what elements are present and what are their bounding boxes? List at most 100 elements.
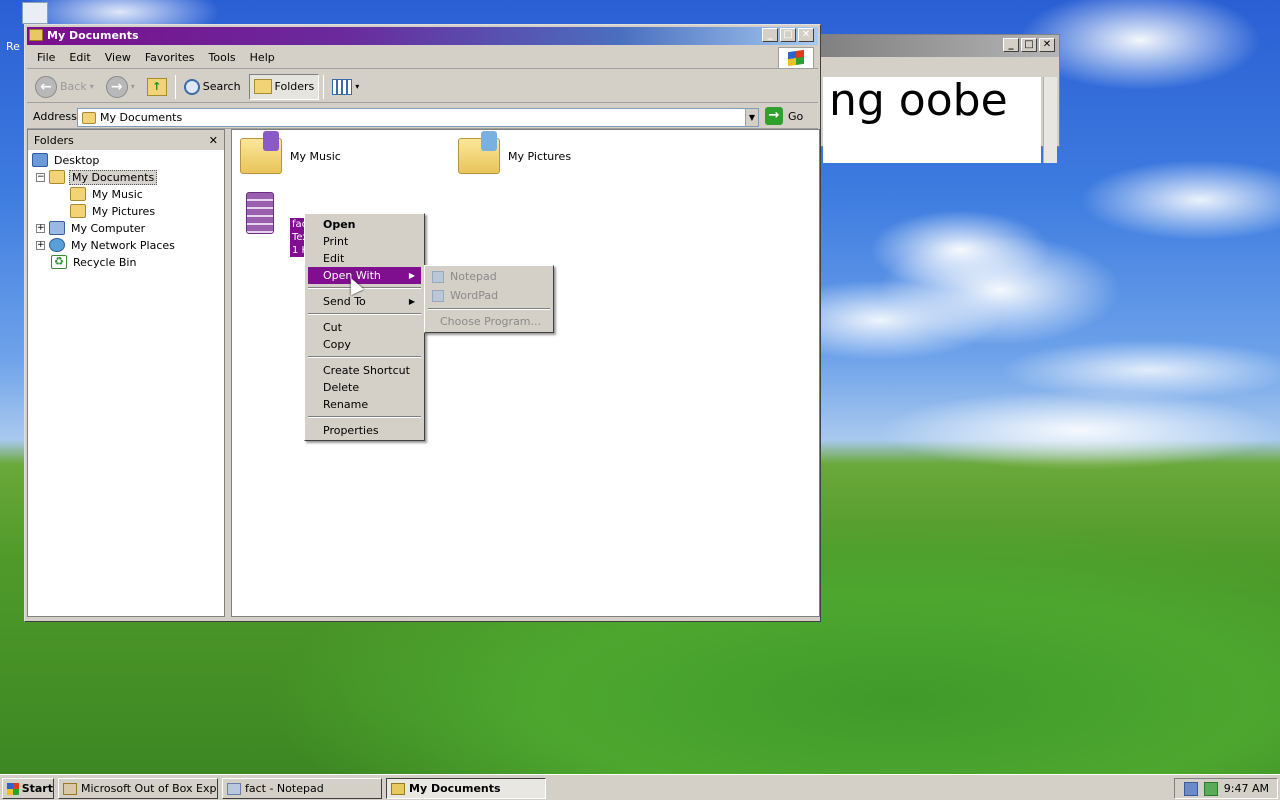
- start-label: Start: [21, 782, 53, 795]
- folders-label: Folders: [274, 80, 315, 93]
- taskbar: Start Microsoft Out of Box Exp... fact -…: [0, 774, 1280, 800]
- pictures-folder-icon: [458, 131, 500, 174]
- open-with-notepad[interactable]: Notepad: [428, 268, 550, 286]
- speaker-tray-icon[interactable]: [1203, 781, 1218, 796]
- address-input[interactable]: My Documents ▼: [77, 108, 759, 127]
- back-arrow-icon: ←: [35, 75, 57, 98]
- context-copy[interactable]: Copy: [308, 336, 421, 353]
- search-button[interactable]: Search: [180, 74, 245, 100]
- menu-view[interactable]: View: [99, 51, 139, 64]
- open-with-submenu: Notepad WordPad Choose Program...: [424, 265, 554, 333]
- start-button[interactable]: Start: [2, 778, 54, 799]
- tree-item-recycle-bin[interactable]: ♻ Recycle Bin: [51, 254, 138, 270]
- oobe-scrollbar[interactable]: [1043, 77, 1057, 163]
- context-open-with[interactable]: Open With ▶: [308, 267, 421, 284]
- back-dropdown-icon[interactable]: ▾: [90, 82, 94, 91]
- tree-item-my-network-places[interactable]: + My Network Places: [36, 237, 177, 253]
- text-document-icon: [246, 192, 274, 234]
- forward-button[interactable]: → ▾: [102, 74, 139, 100]
- toolbar-separator: [323, 74, 325, 99]
- computer-icon: [49, 221, 65, 235]
- address-bar: Address My Documents ▼ → Go: [27, 105, 818, 129]
- submenu-arrow-icon: ▶: [408, 271, 415, 280]
- menu-separator: [428, 308, 550, 310]
- music-folder-icon: [70, 187, 86, 201]
- oobe-minimize-button[interactable]: _: [1003, 38, 1019, 52]
- folders-button[interactable]: Folders: [248, 73, 320, 100]
- views-dropdown-icon: ▾: [355, 82, 360, 91]
- my-documents-icon: [49, 170, 65, 184]
- context-properties[interactable]: Properties: [308, 422, 421, 439]
- folder-item-my-pictures[interactable]: My Pictures: [458, 131, 571, 174]
- expand-icon[interactable]: +: [36, 240, 45, 250]
- open-with-wordpad[interactable]: WordPad: [428, 287, 550, 305]
- menu-separator: [308, 416, 421, 418]
- taskbar-button-oobe[interactable]: Microsoft Out of Box Exp...: [58, 778, 218, 799]
- oobe-maximize-button[interactable]: □: [1021, 38, 1037, 52]
- menu-separator: [308, 313, 421, 315]
- recycle-bin-icon: ♻: [51, 255, 67, 269]
- tree-item-my-documents[interactable]: − My Documents: [36, 169, 158, 185]
- go-button[interactable]: → Go: [765, 107, 803, 125]
- address-dropdown-icon[interactable]: ▼: [745, 109, 758, 126]
- folders-pane: Folders ✕ Desktop − My Documents My Musi…: [27, 129, 225, 617]
- context-send-to[interactable]: Send To ▶: [308, 293, 421, 310]
- close-button[interactable]: ✕: [798, 28, 814, 42]
- menu-tools[interactable]: Tools: [203, 51, 244, 64]
- file-item-fact[interactable]: [246, 192, 274, 234]
- back-button[interactable]: ← Back ▾: [31, 74, 98, 100]
- taskbar-button-my-documents[interactable]: My Documents: [386, 778, 546, 799]
- music-folder-icon: [240, 131, 282, 174]
- tree-item-label: Desktop: [54, 153, 100, 167]
- search-label: Search: [202, 80, 241, 93]
- tree-item-my-computer[interactable]: + My Computer: [36, 220, 147, 236]
- search-icon: [183, 78, 200, 95]
- collapse-icon[interactable]: −: [36, 172, 45, 182]
- maximize-button[interactable]: □: [780, 28, 796, 42]
- context-cut[interactable]: Cut: [308, 319, 421, 336]
- folders-pane-header: Folders ✕: [28, 130, 224, 150]
- minimize-button[interactable]: _: [762, 28, 778, 42]
- pictures-folder-icon: [70, 204, 86, 218]
- context-delete[interactable]: Delete: [308, 379, 421, 396]
- tree-item-desktop[interactable]: Desktop: [32, 152, 101, 168]
- context-create-shortcut[interactable]: Create Shortcut: [308, 362, 421, 379]
- go-arrow-icon: →: [765, 107, 783, 125]
- back-label: Back: [60, 80, 87, 93]
- oobe-window[interactable]: _ □ ✕ ng oobe: [820, 34, 1060, 163]
- open-with-choose-program[interactable]: Choose Program...: [428, 313, 550, 331]
- menu-edit[interactable]: Edit: [63, 51, 98, 64]
- menu-favorites[interactable]: Favorites: [139, 51, 203, 64]
- tree-item-my-music[interactable]: My Music: [70, 186, 145, 202]
- taskbar-button-notepad[interactable]: fact - Notepad: [222, 778, 382, 799]
- tree-item-label: My Documents: [69, 169, 158, 185]
- menu-separator: [308, 356, 421, 358]
- recycle-bin-desktop-icon[interactable]: [22, 2, 48, 24]
- open-with-wordpad-label: WordPad: [450, 289, 499, 302]
- wordpad-icon: [432, 290, 444, 302]
- views-button[interactable]: ▾: [328, 74, 363, 100]
- up-button[interactable]: ↑: [143, 74, 171, 100]
- forward-dropdown-icon[interactable]: ▾: [131, 82, 135, 91]
- tree-item-label: My Pictures: [92, 204, 156, 218]
- tree-item-my-pictures[interactable]: My Pictures: [70, 203, 157, 219]
- context-rename[interactable]: Rename: [308, 396, 421, 413]
- expand-icon[interactable]: +: [36, 223, 45, 233]
- title-bar[interactable]: My Documents _ □ ✕: [27, 27, 818, 45]
- menu-help[interactable]: Help: [244, 51, 283, 64]
- oobe-title-bar[interactable]: _ □ ✕: [821, 35, 1059, 57]
- address-value: My Documents: [100, 111, 183, 124]
- context-open[interactable]: Open: [308, 216, 421, 233]
- network-tray-icon[interactable]: [1183, 781, 1198, 796]
- folders-pane-title: Folders: [34, 133, 74, 147]
- clock[interactable]: 9:47 AM: [1224, 782, 1269, 795]
- context-edit[interactable]: Edit: [308, 250, 421, 267]
- oobe-app-icon: [63, 782, 77, 795]
- context-print[interactable]: Print: [308, 233, 421, 250]
- network-places-icon: [49, 238, 65, 252]
- folders-pane-close-icon[interactable]: ✕: [209, 134, 218, 147]
- desktop-icon: [32, 153, 48, 167]
- folder-item-my-music[interactable]: My Music: [240, 131, 341, 174]
- oobe-close-button[interactable]: ✕: [1039, 38, 1055, 52]
- menu-file[interactable]: File: [31, 51, 63, 64]
